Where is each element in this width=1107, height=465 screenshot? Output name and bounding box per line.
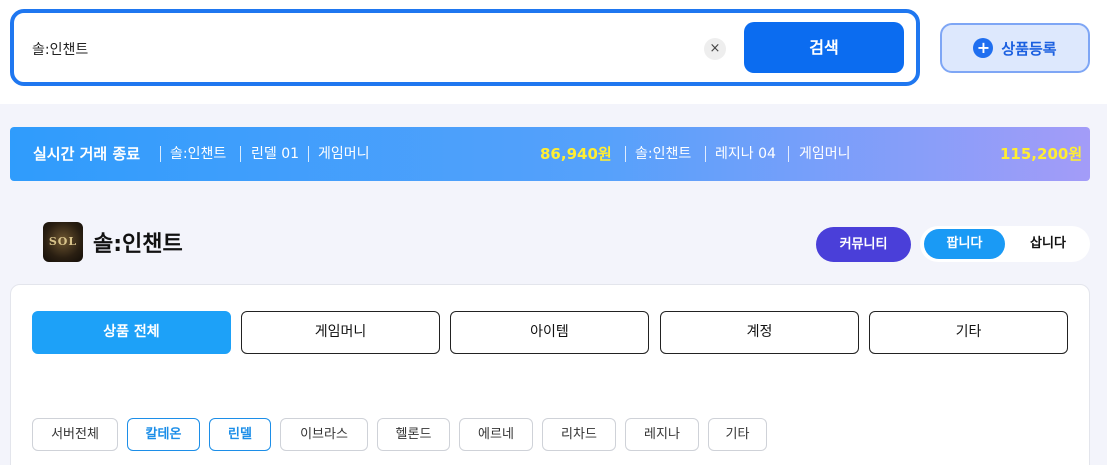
- server-chip-erne[interactable]: 에르네: [459, 418, 533, 451]
- ticker-game: 솔:인챈트: [635, 146, 692, 162]
- community-button[interactable]: 커뮤니티: [816, 227, 911, 262]
- ticker-price: 86,940원: [540, 145, 612, 163]
- ticker-game: 솔:인챈트: [170, 146, 227, 162]
- ticker-separator: [160, 146, 161, 162]
- clear-search-button[interactable]: ×: [704, 38, 726, 60]
- tab-all-products[interactable]: 상품 전체: [32, 311, 231, 354]
- server-chip-kalteon[interactable]: 칼테온: [127, 418, 200, 451]
- ticker-title: 실시간 거래 종료: [33, 145, 141, 163]
- server-chip-richard[interactable]: 리차드: [542, 418, 616, 451]
- tab-items[interactable]: 아이템: [450, 311, 649, 354]
- product-filter-panel: 상품 전체 게임머니 아이템 계정 기타 서버전체 칼테온 린델 이브라스 헬론…: [10, 284, 1090, 465]
- tab-accounts[interactable]: 계정: [660, 311, 859, 354]
- top-bar: × 검색 + 상품등록: [0, 0, 1107, 104]
- ticker-separator: [788, 146, 789, 162]
- ticker-separator: [308, 146, 309, 162]
- close-icon: ×: [709, 41, 721, 56]
- ticker-separator: [705, 146, 706, 162]
- ticker-server: 린델 01: [251, 146, 300, 162]
- ticker-separator: [240, 146, 241, 162]
- game-logo: SOL: [43, 222, 83, 262]
- server-chip-all[interactable]: 서버전체: [32, 418, 118, 451]
- search-box: × 검색: [10, 9, 920, 86]
- ticker-server: 레지나 04: [715, 146, 776, 162]
- search-input[interactable]: [32, 35, 672, 63]
- ticker-category: 게임머니: [318, 146, 370, 162]
- tab-etc[interactable]: 기타: [869, 311, 1068, 354]
- search-button[interactable]: 검색: [744, 22, 904, 73]
- sell-buy-toggle: 팝니다 삽니다: [920, 226, 1090, 262]
- ticker-price: 115,200원: [1000, 145, 1083, 163]
- ticker-separator: [625, 146, 626, 162]
- buy-button[interactable]: 삽니다: [1012, 229, 1084, 259]
- plus-circle-icon: +: [973, 38, 994, 58]
- realtime-trade-ticker: 실시간 거래 종료 솔:인챈트 린델 01 게임머니 86,940원 솔:인챈트…: [10, 127, 1090, 181]
- ticker-category: 게임머니: [799, 146, 851, 162]
- server-chip-etc[interactable]: 기타: [708, 418, 767, 451]
- sell-button[interactable]: 팝니다: [924, 229, 1005, 259]
- game-title: 솔:인챈트: [93, 232, 183, 257]
- server-chip-lindel[interactable]: 린델: [209, 418, 271, 451]
- register-product-label: 상품등록: [1001, 39, 1057, 58]
- server-chip-ibras[interactable]: 이브라스: [280, 418, 368, 451]
- server-chip-hellond[interactable]: 헬론드: [377, 418, 450, 451]
- register-product-button[interactable]: + 상품등록: [940, 23, 1090, 73]
- tab-game-money[interactable]: 게임머니: [241, 311, 440, 354]
- server-chip-regina[interactable]: 레지나: [625, 418, 699, 451]
